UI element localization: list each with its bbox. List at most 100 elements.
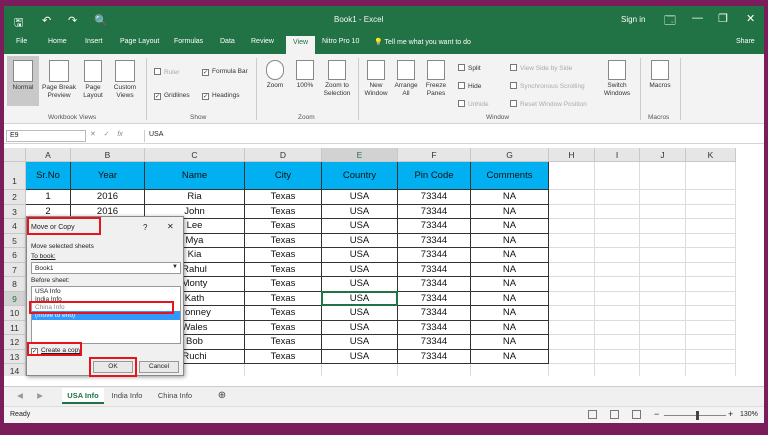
table-cell[interactable]: NA [471,233,549,248]
table-cell[interactable]: USA [322,233,398,248]
table-cell[interactable]: 2016 [71,190,145,205]
cell[interactable] [595,364,640,376]
cell[interactable] [245,364,322,376]
cell[interactable] [686,233,736,248]
cell[interactable] [640,162,686,190]
table-header-cell[interactable]: Name [145,162,245,190]
cell[interactable] [549,219,595,234]
confirm-entry-icon[interactable]: ✓ [104,131,110,138]
table-cell[interactable]: NA [471,190,549,205]
row-header-10[interactable]: 10 [4,306,26,321]
table-cell[interactable]: NA [471,306,549,321]
cell[interactable] [686,320,736,335]
row-header-14[interactable]: 14 [4,364,26,376]
table-header-cell[interactable]: Country [322,162,398,190]
table-cell[interactable]: Texas [245,204,322,219]
cell[interactable] [686,277,736,292]
scroll-sheets-left-icon[interactable]: ◀ [10,388,30,404]
row-header-2[interactable]: 2 [4,190,26,205]
tab-page-layout[interactable]: Page Layout [120,38,159,45]
tab-review[interactable]: Review [251,38,274,45]
cell[interactable] [595,162,640,190]
cell[interactable] [595,204,640,219]
table-cell[interactable]: 1 [26,190,71,205]
cell[interactable] [595,291,640,306]
table-cell[interactable]: Texas [245,320,322,335]
table-cell[interactable]: USA [322,219,398,234]
page-break-preview-button[interactable]: Page Break Preview [42,60,76,100]
tab-view[interactable]: View [286,36,316,54]
table-header-cell[interactable]: Year [71,162,145,190]
cell[interactable] [471,364,549,376]
table-cell[interactable]: NA [471,320,549,335]
freeze-panes-button[interactable]: Freeze Panes [422,60,450,98]
cell[interactable] [686,306,736,321]
table-cell[interactable]: Ria [145,190,245,205]
custom-views-button[interactable]: Custom Views [109,60,141,100]
cell[interactable] [640,262,686,277]
cell[interactable] [549,233,595,248]
table-cell[interactable]: 73344 [398,277,471,292]
table-cell[interactable]: Texas [245,335,322,350]
normal-view-icon[interactable] [588,410,597,419]
row-header-3[interactable]: 3 [4,204,26,219]
before-sheet-list[interactable]: USA Info India Info China Info (move to … [31,286,181,344]
table-cell[interactable]: 73344 [398,248,471,263]
table-cell[interactable]: 73344 [398,335,471,350]
table-cell[interactable]: USA [322,306,398,321]
minimize-icon[interactable]: — [692,12,703,24]
table-cell[interactable]: NA [471,204,549,219]
table-cell[interactable]: USA [322,291,398,306]
cell[interactable] [686,335,736,350]
row-header-6[interactable]: 6 [4,248,26,263]
insert-function-icon[interactable]: fx [117,131,122,138]
table-cell[interactable]: 73344 [398,291,471,306]
cell[interactable] [640,306,686,321]
table-cell[interactable]: USA [322,335,398,350]
sheet-tab-china-info[interactable]: China Info [152,388,198,404]
sheet-tab-usa-info[interactable]: USA Info [62,388,104,404]
table-cell[interactable]: USA [322,277,398,292]
zoom-to-selection-button[interactable]: Zoom to Selection [320,60,354,98]
zoom-button[interactable]: Zoom [262,60,288,90]
page-break-view-icon[interactable] [632,410,641,419]
cell[interactable] [686,349,736,364]
cancel-entry-icon[interactable]: ✕ [90,131,96,138]
table-cell[interactable]: Texas [245,248,322,263]
arrange-all-button[interactable]: Arrange All [393,60,419,98]
table-cell[interactable]: Texas [245,219,322,234]
column-header-g[interactable]: G [471,148,549,162]
table-cell[interactable]: USA [322,349,398,364]
table-cell[interactable]: Texas [245,291,322,306]
cell[interactable] [640,335,686,350]
cell[interactable] [549,306,595,321]
cell[interactable] [595,320,640,335]
list-item[interactable]: USA Info [32,287,180,295]
table-cell[interactable]: 73344 [398,306,471,321]
tab-nitro[interactable]: Nitro Pro 10 [322,38,359,45]
column-header-f[interactable]: F [398,148,471,162]
tab-data[interactable]: Data [220,38,235,45]
table-header-cell[interactable]: Sr.No [26,162,71,190]
cell[interactable] [595,262,640,277]
cell[interactable] [640,277,686,292]
sign-in-link[interactable]: Sign in [621,15,645,24]
table-cell[interactable]: NA [471,335,549,350]
table-cell[interactable]: Texas [245,277,322,292]
zoom-level[interactable]: 130% [740,411,758,418]
cell[interactable] [686,262,736,277]
table-cell[interactable]: 73344 [398,204,471,219]
tab-formulas[interactable]: Formulas [174,38,203,45]
headings-checkbox[interactable]: ✓ Headings [202,92,239,100]
cell[interactable] [640,349,686,364]
to-book-select[interactable]: Book1 ▼ [31,262,181,274]
table-header-cell[interactable]: Comments [471,162,549,190]
tab-home[interactable]: Home [48,38,67,45]
table-cell[interactable]: USA [322,320,398,335]
cell[interactable] [549,277,595,292]
table-cell[interactable]: 73344 [398,190,471,205]
cell[interactable] [549,248,595,263]
add-sheet-icon[interactable]: ⊕ [214,388,230,404]
cell[interactable] [595,190,640,205]
table-cell[interactable]: Texas [245,233,322,248]
